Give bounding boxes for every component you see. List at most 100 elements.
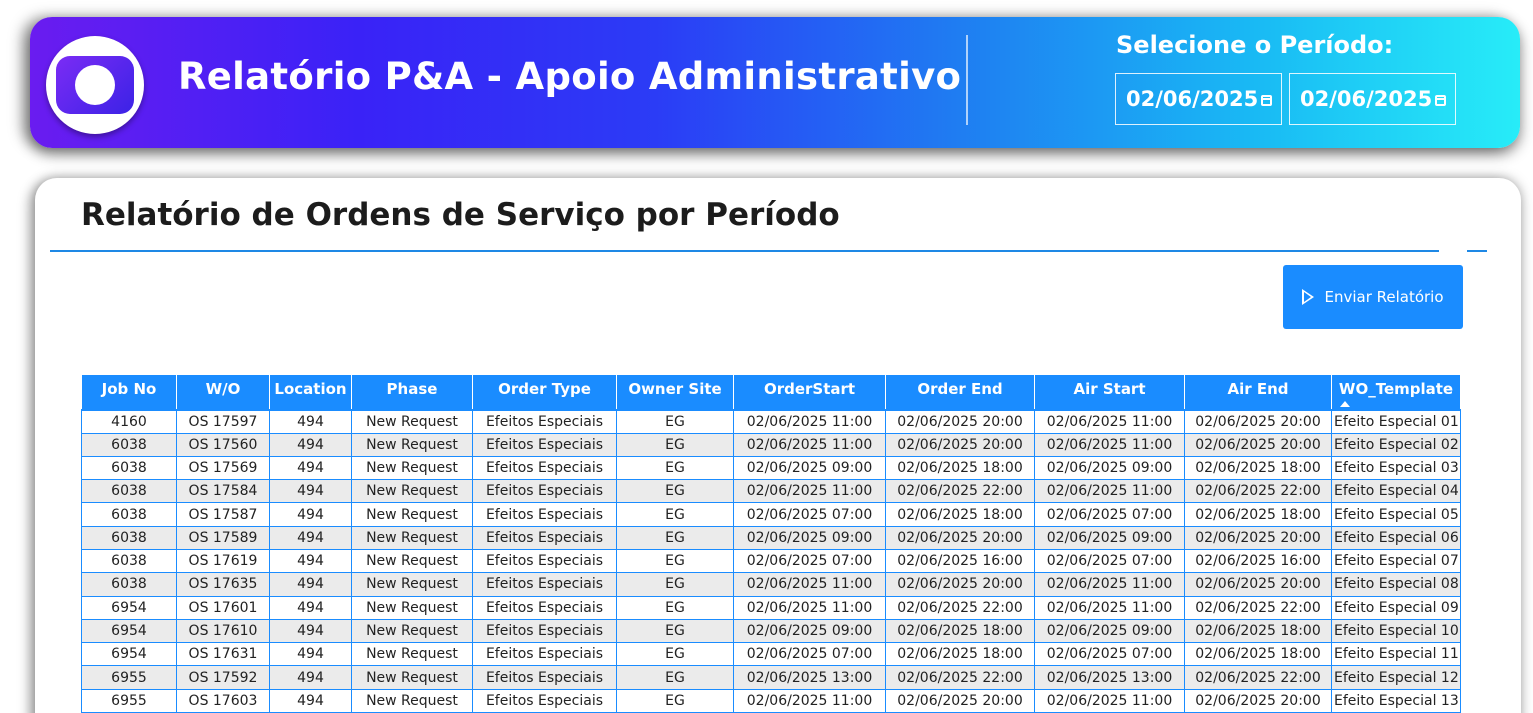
- table-cell: 02/06/2025 22:00: [1184, 665, 1332, 690]
- table-cell: 6955: [81, 665, 177, 690]
- table-row[interactable]: 6038 OS 17560 494 New Request Efeitos Especi…: [81, 432, 1461, 457]
- table-cell: 02/06/2025 11:00: [733, 688, 886, 713]
- table-row[interactable]: 6038 OS 17584 494 New Request Efeitos Especi…: [81, 479, 1461, 504]
- table-cell: 02/06/2025 11:00: [1034, 479, 1185, 504]
- table-cell: 6038: [81, 455, 177, 481]
- end-date-value: 02/06/2025: [1300, 87, 1433, 111]
- period-label: Selecione o Período:: [1116, 31, 1394, 59]
- table-cell: 02/06/2025 07:00: [1034, 502, 1185, 527]
- column-header-label: Phase: [386, 380, 438, 398]
- logo-screen: [56, 56, 134, 114]
- table-cell: 494: [269, 665, 352, 690]
- table-cell: 02/06/2025 20:00: [1184, 432, 1332, 457]
- sort-ascending-icon[interactable]: [1340, 400, 1350, 407]
- end-date-picker[interactable]: 02/06/2025: [1289, 73, 1456, 125]
- column-header-wo-template[interactable]: WO_Template: [1331, 374, 1461, 410]
- column-header-label: Job No: [101, 380, 157, 398]
- column-header-owner-site[interactable]: Owner Site: [616, 374, 734, 410]
- table-cell: 494: [269, 408, 352, 434]
- table-cell: New Request: [351, 642, 473, 667]
- table-cell: Efeitos Especiais: [472, 618, 617, 644]
- table-row[interactable]: 6038 OS 17587 494 New Request Efeitos Especi…: [81, 502, 1461, 527]
- table-row[interactable]: 6954 OS 17631 494 New Request Efeitos Especi…: [81, 642, 1461, 667]
- table-cell: EG: [616, 595, 734, 620]
- table-row[interactable]: 6955 OS 17592 494 New Request Efeitos Especi…: [81, 665, 1461, 690]
- table-cell: 02/06/2025 11:00: [1034, 408, 1185, 434]
- column-header-label: Air End: [1227, 380, 1289, 398]
- column-header-label: WO_Template: [1338, 380, 1454, 398]
- table-cell: 02/06/2025 13:00: [1034, 665, 1185, 690]
- table-cell: EG: [616, 502, 734, 527]
- table-row[interactable]: 4160 OS 17597 494 New Request Efeitos Especi…: [81, 408, 1461, 434]
- table-cell: 6954: [81, 642, 177, 667]
- calendar-icon[interactable]: [1261, 95, 1272, 106]
- table-cell: 02/06/2025 13:00: [733, 665, 886, 690]
- table-cell: 4160: [81, 408, 177, 434]
- table-cell: 02/06/2025 20:00: [1184, 525, 1332, 550]
- column-header-order-end[interactable]: Order End: [885, 374, 1035, 410]
- table-row[interactable]: 6038 OS 17589 494 New Request Efeitos Especi…: [81, 525, 1461, 550]
- table-cell: 02/06/2025 07:00: [733, 548, 886, 574]
- column-header-orderstart[interactable]: OrderStart: [733, 374, 886, 410]
- table-row[interactable]: 6038 OS 17635 494 New Request Efeitos Especi…: [81, 572, 1461, 597]
- table-cell: 02/06/2025 20:00: [885, 408, 1035, 434]
- column-header-label: OrderStart: [763, 380, 856, 398]
- start-date-picker[interactable]: 02/06/2025: [1115, 73, 1282, 125]
- table-cell: 494: [269, 688, 352, 713]
- table-cell: New Request: [351, 665, 473, 690]
- table-cell: OS 17589: [176, 525, 270, 550]
- table-cell: Efeito Especial 01: [1331, 408, 1461, 434]
- table-row[interactable]: 6038 OS 17569 494 New Request Efeitos Especi…: [81, 455, 1461, 481]
- table-cell: 02/06/2025 11:00: [1034, 595, 1185, 620]
- column-header-phase[interactable]: Phase: [351, 374, 473, 410]
- table-cell: EG: [616, 688, 734, 713]
- table-cell: 02/06/2025 09:00: [733, 618, 886, 644]
- table-row[interactable]: 6955 OS 17603 494 New Request Efeitos Especi…: [81, 688, 1461, 713]
- table-cell: 6038: [81, 479, 177, 504]
- table-row[interactable]: 6954 OS 17610 494 New Request Efeitos Especi…: [81, 618, 1461, 644]
- table-cell: 6038: [81, 572, 177, 597]
- table-cell: 02/06/2025 07:00: [1034, 548, 1185, 574]
- table-cell: OS 17610: [176, 618, 270, 644]
- table-cell: OS 17603: [176, 688, 270, 713]
- table-cell: Efeito Especial 02: [1331, 432, 1461, 457]
- column-header-air-start[interactable]: Air Start: [1034, 374, 1185, 410]
- table-cell: New Request: [351, 479, 473, 504]
- table-cell: 02/06/2025 07:00: [1034, 642, 1185, 667]
- column-header-w-o[interactable]: W/O: [176, 374, 270, 410]
- send-report-button[interactable]: Enviar Relatório: [1283, 265, 1463, 329]
- table-cell: 494: [269, 595, 352, 620]
- table-cell: EG: [616, 572, 734, 597]
- table-cell: 02/06/2025 18:00: [885, 618, 1035, 644]
- table-cell: 02/06/2025 20:00: [885, 572, 1035, 597]
- table-cell: EG: [616, 548, 734, 574]
- column-header-label: Owner Site: [628, 380, 722, 398]
- table-row[interactable]: 6038 OS 17619 494 New Request Efeitos Especi…: [81, 548, 1461, 574]
- table-row[interactable]: 6954 OS 17601 494 New Request Efeitos Especi…: [81, 595, 1461, 620]
- column-header-location[interactable]: Location: [269, 374, 352, 410]
- table-cell: 02/06/2025 18:00: [1184, 642, 1332, 667]
- table-cell: New Request: [351, 572, 473, 597]
- table-cell: 02/06/2025 11:00: [733, 572, 886, 597]
- table-cell: 02/06/2025 07:00: [733, 502, 886, 527]
- column-header-label: Order Type: [498, 380, 591, 398]
- table-cell: 494: [269, 618, 352, 644]
- table-cell: Efeitos Especiais: [472, 455, 617, 481]
- table-cell: 02/06/2025 20:00: [885, 432, 1035, 457]
- table-cell: EG: [616, 408, 734, 434]
- send-report-label: Enviar Relatório: [1324, 288, 1444, 306]
- table-cell: 6954: [81, 618, 177, 644]
- table-cell: Efeitos Especiais: [472, 572, 617, 597]
- column-header-order-type[interactable]: Order Type: [472, 374, 617, 410]
- header-divider: [966, 35, 968, 125]
- table-cell: EG: [616, 479, 734, 504]
- table-cell: 02/06/2025 18:00: [1184, 618, 1332, 644]
- table-cell: 02/06/2025 11:00: [733, 595, 886, 620]
- table-cell: Efeitos Especiais: [472, 548, 617, 574]
- column-header-job-no[interactable]: Job No: [81, 374, 177, 410]
- table-cell: Efeito Especial 10: [1331, 618, 1461, 644]
- column-header-air-end[interactable]: Air End: [1184, 374, 1332, 410]
- orders-table-container[interactable]: Job No W/O Location Phase Order Type Owner Si…: [81, 374, 1461, 713]
- calendar-icon[interactable]: [1435, 95, 1446, 106]
- table-cell: 02/06/2025 11:00: [733, 479, 886, 504]
